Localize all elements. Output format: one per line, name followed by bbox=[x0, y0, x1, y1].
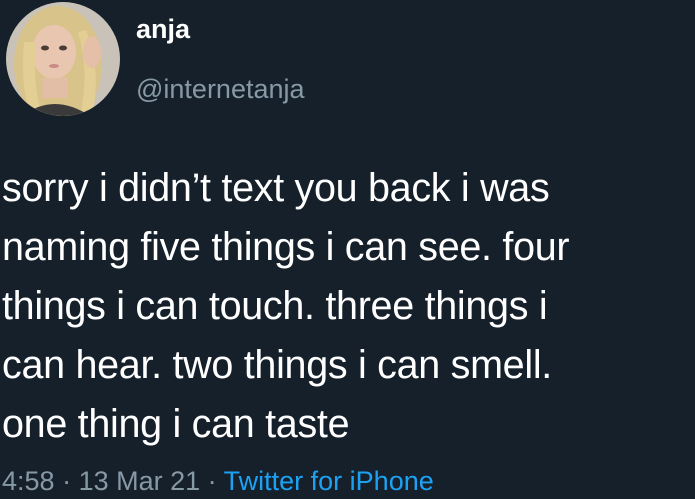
tweet-card: anja @internetanja sorry i didn’t text y… bbox=[0, 0, 695, 499]
tweet-text: sorry i didn’t text you back i was namin… bbox=[2, 166, 570, 446]
meta-separator: · bbox=[54, 466, 79, 496]
tweet-meta: 4:58 · 13 Mar 21 · Twitter for iPhone bbox=[2, 466, 434, 497]
tweet-source-link[interactable]: Twitter for iPhone bbox=[224, 466, 434, 496]
tweet-time[interactable]: 4:58 bbox=[2, 466, 55, 496]
profile-photo bbox=[6, 2, 120, 116]
meta-separator: · bbox=[200, 466, 224, 496]
avatar[interactable] bbox=[6, 2, 120, 116]
tweet-date[interactable]: 13 Mar 21 bbox=[79, 466, 201, 496]
display-name[interactable]: anja bbox=[136, 14, 190, 45]
user-handle[interactable]: @internetanja bbox=[136, 74, 305, 105]
